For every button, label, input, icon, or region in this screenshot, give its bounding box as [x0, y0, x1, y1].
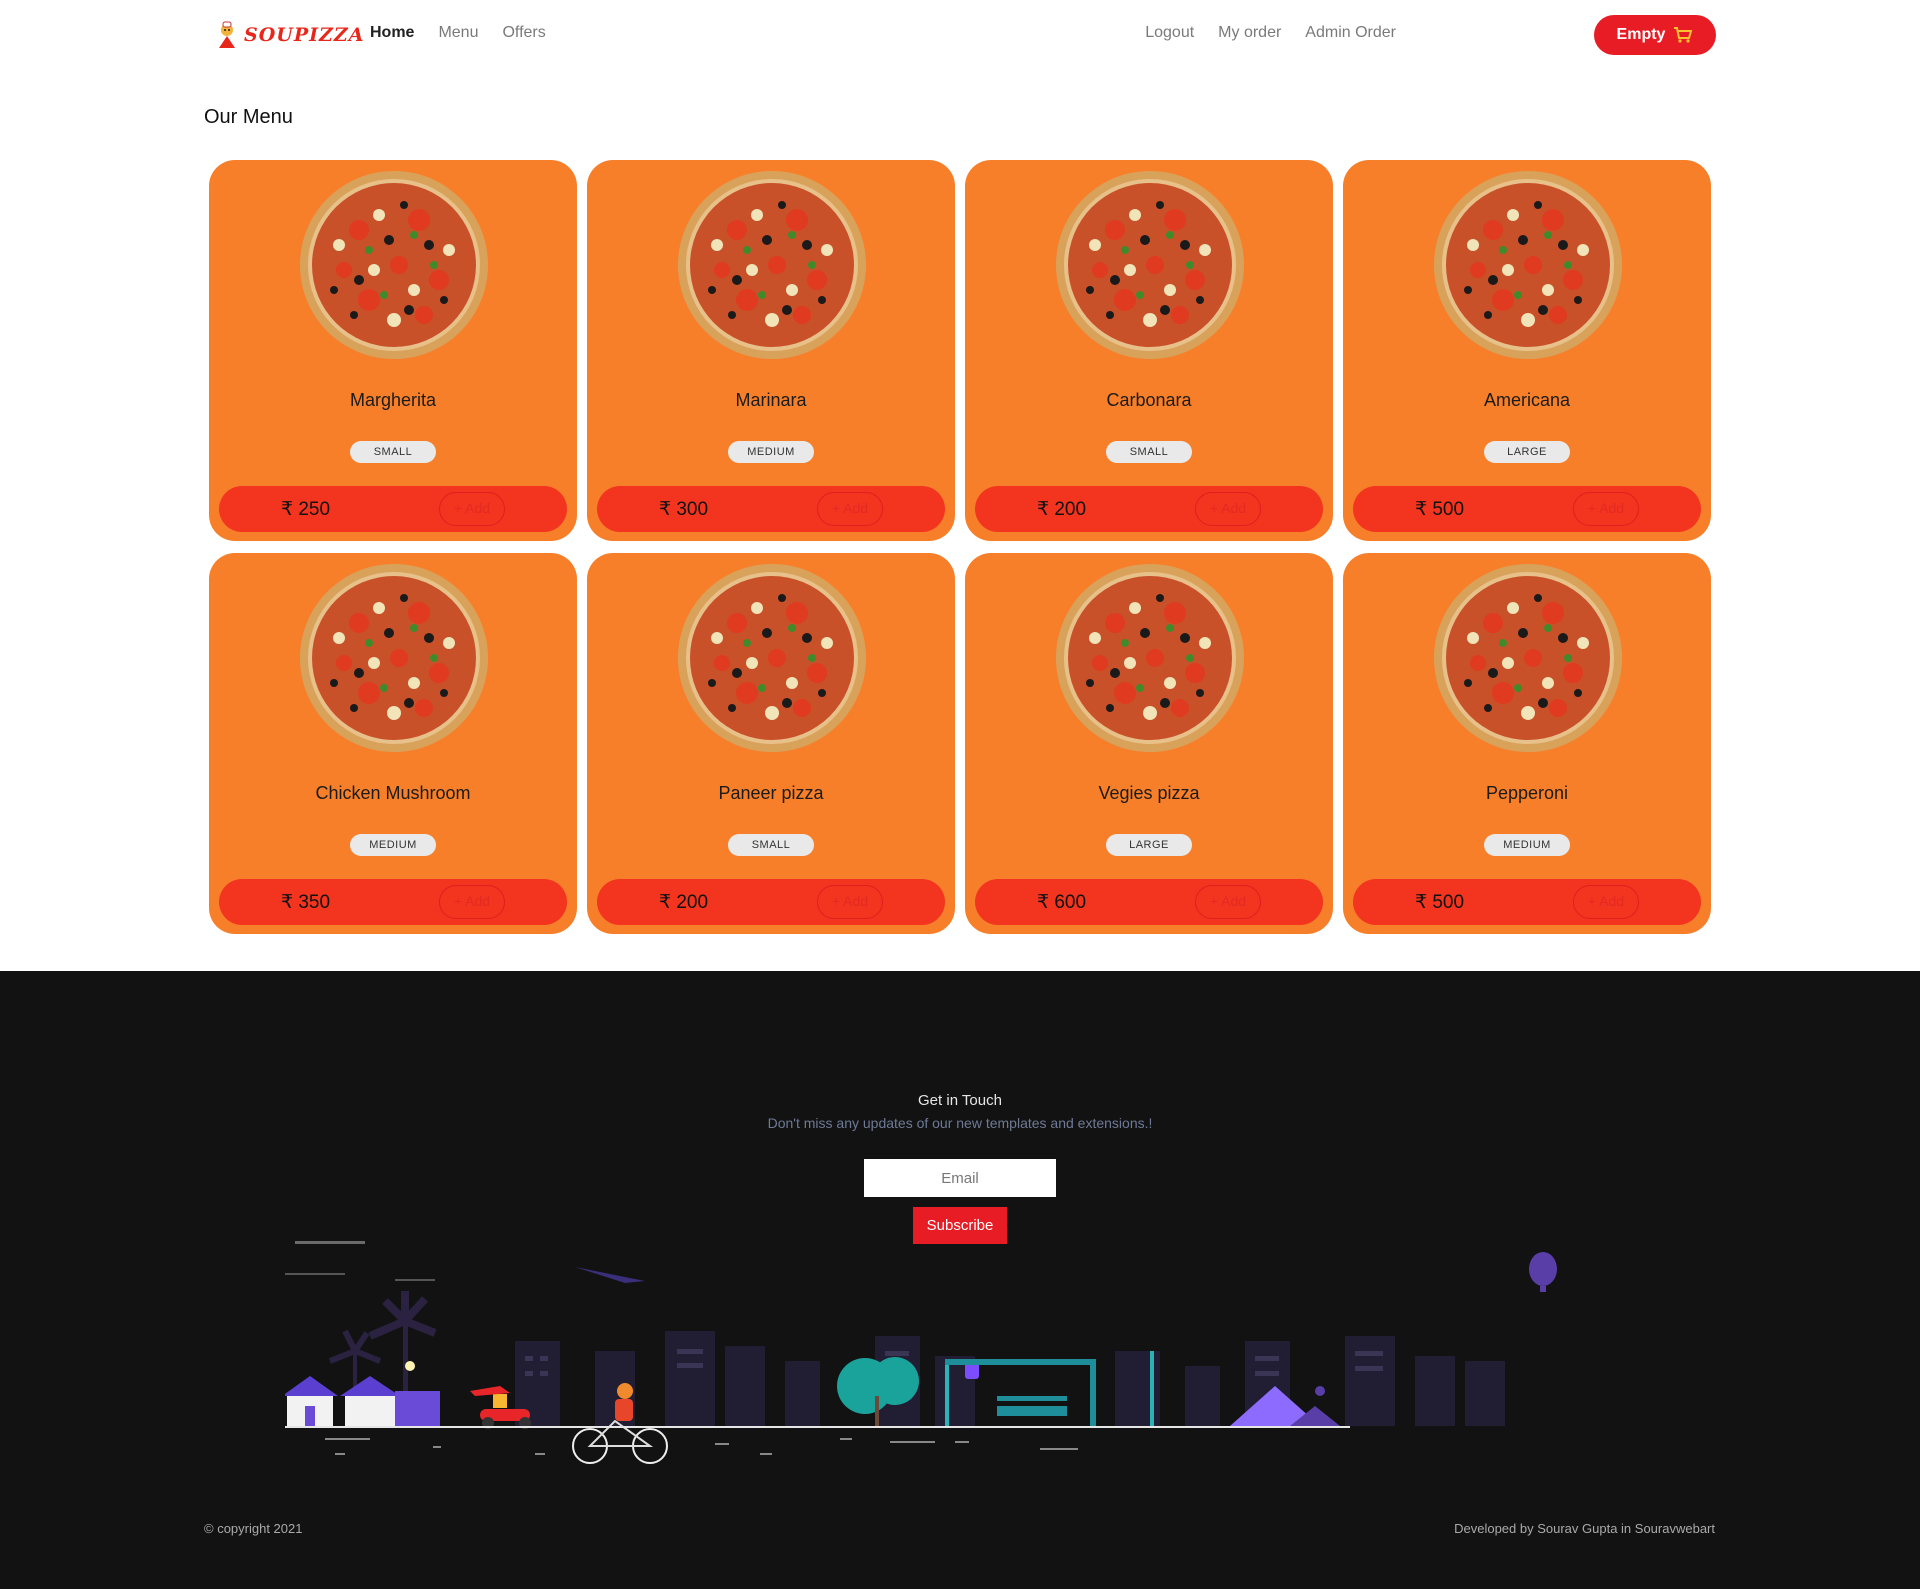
menu-grid: Margherita SMALL ₹ 250 + Add Marinara ME… [209, 160, 1711, 934]
pizza-image [1056, 564, 1244, 752]
shopping-cart-icon [1674, 27, 1693, 43]
menu-card: Americana LARGE ₹ 500 + Add [1343, 160, 1711, 541]
add-to-cart-button[interactable]: + Add [1195, 492, 1261, 526]
menu-card: Chicken Mushroom MEDIUM ₹ 350 + Add [209, 553, 577, 934]
pizza-image [1434, 564, 1622, 752]
newsletter-subtitle: Don't miss any updates of our new templa… [767, 1115, 1153, 1131]
pizza-image [1056, 171, 1244, 359]
pizza-image [678, 564, 866, 752]
add-to-cart-button[interactable]: + Add [1195, 885, 1261, 919]
price-bar: ₹ 250 + Add [219, 486, 567, 532]
price-bar: ₹ 500 + Add [1353, 879, 1701, 925]
menu-card: Margherita SMALL ₹ 250 + Add [209, 160, 577, 541]
nav-logout-link[interactable]: Logout [1145, 24, 1194, 42]
brand-name: SOUPIZZA [244, 24, 365, 46]
size-badge: MEDIUM [728, 441, 814, 463]
brand-logo[interactable]: SOUPIZZA [214, 20, 365, 50]
price-bar: ₹ 300 + Add [597, 486, 945, 532]
price-bar: ₹ 600 + Add [975, 879, 1323, 925]
price-bar: ₹ 350 + Add [219, 879, 567, 925]
price-bar: ₹ 200 + Add [975, 486, 1323, 532]
chef-mascot-icon [219, 21, 235, 48]
price-value: ₹ 350 [281, 892, 331, 913]
email-field[interactable] [864, 1159, 1056, 1197]
city-illustration [285, 1241, 1557, 1464]
add-to-cart-button[interactable]: + Add [817, 492, 883, 526]
pizza-name: Pepperoni [1485, 783, 1569, 803]
add-to-cart-button[interactable]: + Add [1573, 885, 1639, 919]
price-value: ₹ 250 [281, 499, 331, 520]
top-navbar: SOUPIZZA Home Menu Offers Logout My orde… [0, 0, 1920, 70]
menu-card: Vegies pizza LARGE ₹ 600 + Add [965, 553, 1333, 934]
subscribe-button[interactable]: Subscribe [913, 1207, 1007, 1244]
pizza-image [300, 564, 488, 752]
pizza-name: Americana [1483, 390, 1571, 410]
pizza-image [1434, 171, 1622, 359]
add-to-cart-button[interactable]: + Add [817, 885, 883, 919]
primary-nav: Home Menu Offers [370, 24, 546, 42]
size-badge: SMALL [350, 441, 436, 463]
pizza-name: Chicken Mushroom [315, 783, 471, 803]
nav-home-link[interactable]: Home [370, 24, 414, 42]
pizza-image [678, 171, 866, 359]
pizza-name: Paneer pizza [718, 783, 824, 803]
price-value: ₹ 600 [1037, 892, 1087, 913]
newsletter-title: Get in Touch [918, 1092, 1002, 1109]
price-value: ₹ 300 [659, 499, 709, 520]
footer: Get in Touch Don't miss any updates of o… [0, 971, 1920, 1589]
price-value: ₹ 200 [659, 892, 709, 913]
size-badge: LARGE [1484, 441, 1570, 463]
cart-label: Empty [1616, 26, 1666, 43]
pizza-image [300, 171, 488, 359]
menu-card: Paneer pizza SMALL ₹ 200 + Add [587, 553, 955, 934]
size-badge: MEDIUM [350, 834, 436, 856]
price-value: ₹ 500 [1415, 892, 1465, 913]
size-badge: SMALL [728, 834, 814, 856]
menu-card: Pepperoni MEDIUM ₹ 500 + Add [1343, 553, 1711, 934]
add-to-cart-button[interactable]: + Add [439, 492, 505, 526]
price-bar: ₹ 500 + Add [1353, 486, 1701, 532]
nav-menu-link[interactable]: Menu [438, 24, 478, 42]
price-value: ₹ 200 [1037, 499, 1087, 520]
add-to-cart-button[interactable]: + Add [1573, 492, 1639, 526]
menu-card: Carbonara SMALL ₹ 200 + Add [965, 160, 1333, 541]
size-badge: LARGE [1106, 834, 1192, 856]
menu-heading: Our Menu [204, 106, 293, 128]
nav-offers-link[interactable]: Offers [502, 24, 545, 42]
size-badge: MEDIUM [1484, 834, 1570, 856]
price-bar: ₹ 200 + Add [597, 879, 945, 925]
pizza-name: Carbonara [1106, 390, 1192, 410]
pizza-name: Margherita [349, 390, 437, 410]
price-value: ₹ 500 [1415, 499, 1465, 520]
nav-my-order-link[interactable]: My order [1218, 24, 1281, 42]
pizza-name: Vegies pizza [1098, 783, 1200, 803]
account-nav: Logout My order Admin Order [1145, 24, 1396, 42]
copyright-text: © copyright 2021 [204, 1521, 303, 1536]
pizza-name: Marinara [735, 390, 807, 410]
developer-credit: Developed by Sourav Gupta in Souravwebar… [1454, 1521, 1715, 1536]
nav-admin-order-link[interactable]: Admin Order [1305, 24, 1396, 42]
menu-card: Marinara MEDIUM ₹ 300 + Add [587, 160, 955, 541]
size-badge: SMALL [1106, 441, 1192, 463]
cart-button[interactable]: Empty [1594, 15, 1716, 55]
add-to-cart-button[interactable]: + Add [439, 885, 505, 919]
